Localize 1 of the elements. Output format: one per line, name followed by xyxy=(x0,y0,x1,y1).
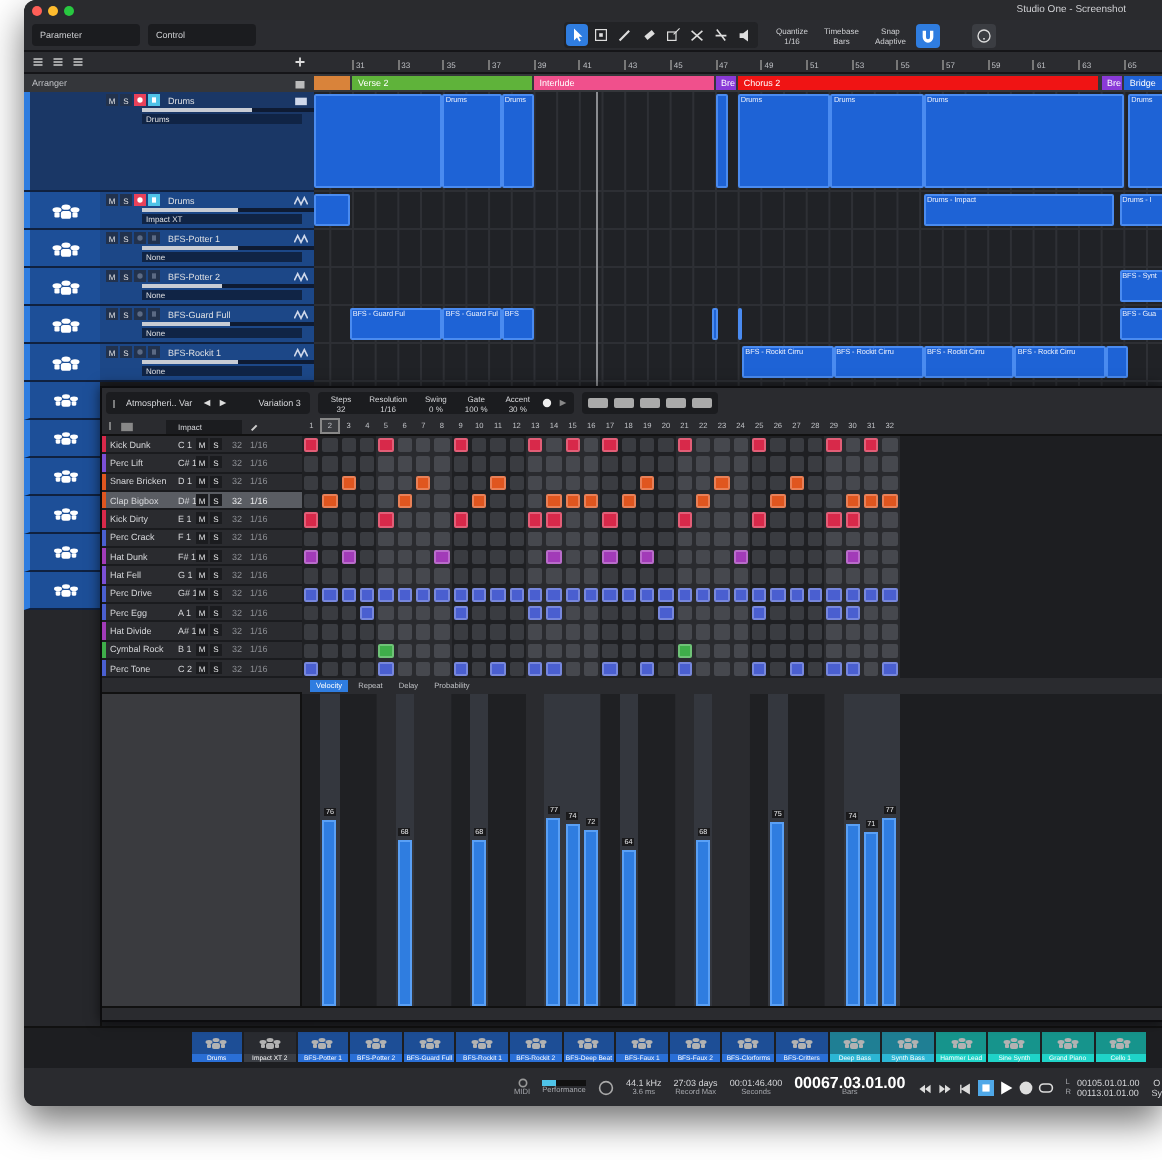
position-readout: 00067.03.01.00 xyxy=(794,1078,906,1088)
